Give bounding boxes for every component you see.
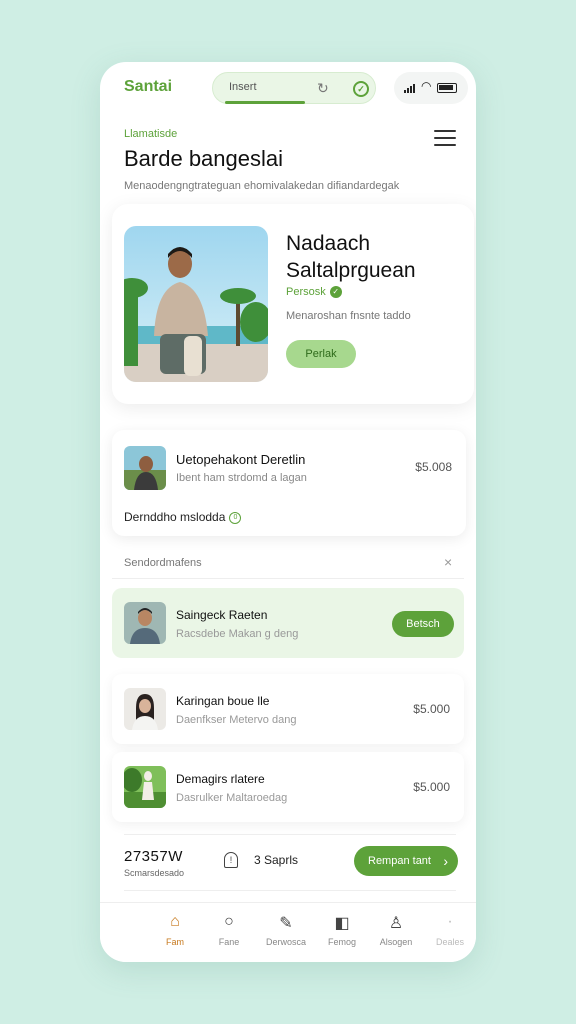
page-eyebrow: Llamatisde [124, 128, 178, 140]
search-icon: ○ [224, 913, 234, 930]
summary-total: 27357W [124, 848, 183, 865]
info-title: Uetopehakont Deretlin [176, 452, 306, 467]
menu-icon[interactable] [434, 130, 456, 151]
wifi-icon: ◠ [421, 79, 432, 93]
tab-more[interactable]: · Deales [422, 913, 476, 947]
chevron-right-icon: › [443, 853, 448, 869]
list-item[interactable]: Karingan boue lle Daenfkser Metervo dang… [112, 674, 464, 744]
page-title: Barde bangeslai [124, 146, 284, 171]
user-icon: ♙ [388, 915, 404, 932]
list-item-avatar [124, 766, 166, 808]
close-icon[interactable]: × [444, 554, 452, 570]
page-subtitle: Menaodengngtrateguan ehomivalakedan difi… [124, 180, 400, 192]
reload-icon[interactable]: ↻ [317, 80, 329, 97]
info-footer[interactable]: Dernddho mslodda 0 [124, 510, 242, 524]
verified-label: Persosk [286, 286, 326, 298]
checkout-button-label: Rempan tant [368, 855, 431, 867]
info-thumbnail [124, 446, 166, 490]
profile-description: Menaroshan fnsnte taddo [286, 310, 411, 322]
info-card[interactable]: Uetopehakont Deretlin Ibent ham strdomd … [112, 430, 466, 536]
list-item-avatar [124, 602, 166, 644]
tab-label: Deales [435, 937, 464, 947]
top-bar: Santai Insert ↻ ✓ ◠ [100, 62, 476, 114]
address-input[interactable]: Insert [229, 81, 257, 93]
list-item-price: $5.000 [413, 780, 450, 794]
info-circle-icon: 0 [229, 511, 242, 524]
more-icon: · [447, 913, 453, 930]
phone-frame: Santai Insert ↻ ✓ ◠ Llamatisde Barde ban… [100, 62, 476, 962]
section-title: Sendordmafens [124, 557, 202, 569]
list-item-subtitle: Dasrulker Maltaroedag [176, 792, 288, 804]
list-item-title: Karingan boue lle [176, 694, 270, 708]
info-subtitle: Ibent ham strdomd a lagan [176, 472, 307, 484]
info-price: $5.008 [415, 460, 452, 474]
list-item-subtitle: Daenfkser Metervo dang [176, 714, 297, 726]
bottom-tab-bar: ⌂ Fam ○ Fane ✎ Derwosca ◧ Femog ♙ Alsoge… [100, 902, 476, 962]
profile-action-button[interactable]: Perlak [286, 340, 356, 368]
list-item[interactable]: Demagirs rlatere Dasrulker Maltaroedag $… [112, 752, 464, 822]
divider [124, 890, 456, 891]
tab-label: Femog [327, 937, 356, 947]
edit-icon: ✎ [279, 915, 293, 932]
checkout-button[interactable]: Rempan tant › [354, 846, 458, 876]
divider [112, 578, 464, 579]
list-item-price: $5.000 [413, 702, 450, 716]
list-item-title: Demagirs rlatere [176, 772, 265, 786]
list-item-action-button[interactable]: Betsch [392, 611, 454, 637]
summary-count: 3 Saprls [254, 853, 299, 867]
tab-bag[interactable]: ◧ Femog [314, 913, 370, 947]
tab-profile[interactable]: ♙ Alsogen [368, 913, 424, 947]
verified-check-icon: ✓ [329, 286, 342, 299]
address-bar[interactable]: Insert ↻ ✓ [212, 72, 376, 104]
profile-name: Nadaach Saltalprguean [286, 232, 416, 282]
profile-photo [124, 226, 268, 382]
list-item-avatar [124, 688, 166, 730]
profile-card: Nadaach Saltalprguean Persosk ✓ Menarosha… [112, 204, 474, 404]
bell-icon[interactable]: ! [224, 852, 238, 868]
system-status: ◠ [394, 72, 468, 104]
list-item-title: Saingeck Raeten [176, 608, 268, 622]
home-icon: ⌂ [170, 913, 180, 930]
tab-edit[interactable]: ✎ Derwosca [258, 913, 314, 947]
brand-logo[interactable]: Santai [124, 78, 172, 96]
battery-icon [437, 83, 457, 93]
check-icon[interactable]: ✓ [353, 81, 369, 97]
tab-label: Alsogen [379, 937, 413, 947]
verified-badge: Persosk ✓ [286, 286, 342, 299]
divider [124, 834, 456, 835]
tab-label: Fane [218, 937, 240, 947]
tab-label: Fam [166, 937, 184, 947]
info-footer-label: Dernddho mslodda [124, 510, 226, 524]
tab-home[interactable]: ⌂ Fam [147, 913, 203, 947]
summary-total-label: Scmarsdesado [124, 868, 185, 878]
list-item[interactable]: Saingeck Raeten Racsdebe Makan g deng Be… [112, 588, 464, 658]
tab-search[interactable]: ○ Fane [201, 913, 257, 947]
tab-label: Derwosca [265, 937, 306, 947]
list-item-subtitle: Racsdebe Makan g deng [176, 628, 299, 640]
signal-icon [404, 83, 415, 93]
bag-icon: ◧ [334, 915, 350, 932]
loading-progress-bar [225, 101, 305, 104]
